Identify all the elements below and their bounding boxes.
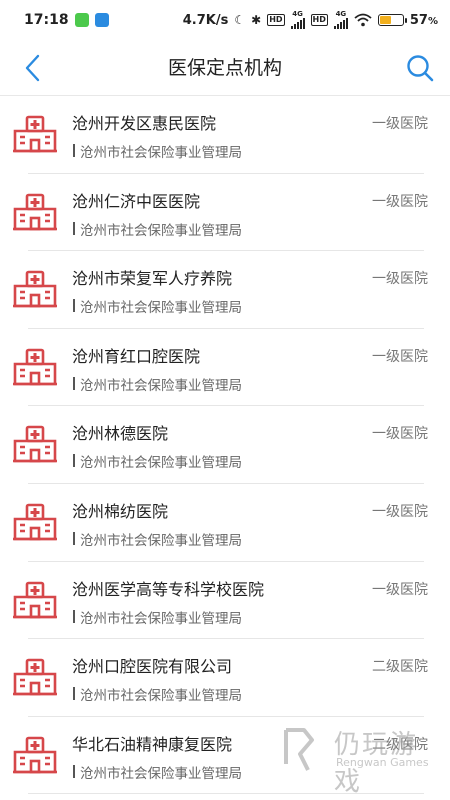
row-divider <box>28 793 424 795</box>
signal-icon <box>290 18 305 29</box>
search-icon[interactable] <box>404 52 436 84</box>
hospital-list-item[interactable]: 沧州仁济中医医院 一级医院 沧州市社会保险事业管理局 <box>0 174 450 252</box>
battery-fill <box>379 16 392 24</box>
hospital-list: 沧州开发区惠民医院 一级医院 沧州市社会保险事业管理局 沧州仁济中医医院 一级医… <box>0 96 450 795</box>
hospital-authority: 沧州市社会保险事业管理局 <box>73 762 242 782</box>
hospital-list-item[interactable]: 沧州育红口腔医院 一级医院 沧州市社会保险事业管理局 <box>0 329 450 407</box>
signal-group-2: 4G <box>333 10 348 29</box>
hospital-level: 二级医院 <box>372 736 428 753</box>
hospital-level: 一级医院 <box>372 426 428 443</box>
hospital-name: 沧州开发区惠民医院 <box>72 114 217 133</box>
hospital-list-item[interactable]: 沧州医学高等专科学校医院 一级医院 沧州市社会保险事业管理局 <box>0 562 450 640</box>
status-time: 17:18 <box>24 12 69 28</box>
hospital-level: 一级医院 <box>372 193 428 210</box>
hospital-building-icon <box>13 193 57 230</box>
hospital-authority: 沧州市社会保险事业管理局 <box>73 684 242 704</box>
network-type-label: 4G <box>335 10 347 18</box>
hospital-level: 一级医院 <box>372 503 428 520</box>
hospital-building-icon <box>13 658 57 696</box>
hospital-authority: 沧州市社会保险事业管理局 <box>73 529 242 549</box>
hospital-list-item[interactable]: 沧州口腔医院有限公司 二级医院 沧州市社会保险事业管理局 <box>0 639 450 717</box>
hospital-list-item[interactable]: 沧州开发区惠民医院 一级医院 沧州市社会保险事业管理局 <box>0 96 450 174</box>
hospital-name: 华北石油精神康复医院 <box>72 734 233 754</box>
hospital-building-icon <box>13 581 57 618</box>
hospital-building-icon <box>13 736 57 774</box>
hospital-authority: 沧州市社会保险事业管理局 <box>73 296 242 316</box>
nav-bar: 医保定点机构 <box>0 40 450 96</box>
hospital-authority: 沧州市社会保险事业管理局 <box>73 451 242 471</box>
hospital-building-icon <box>13 503 57 541</box>
signal-icon <box>333 18 348 29</box>
battery-percent: 57% <box>410 13 438 28</box>
hd-badge: HD <box>310 14 328 26</box>
battery-percent-value: 57 <box>409 12 428 28</box>
hospital-level: 一级医院 <box>372 271 428 288</box>
hospital-building-icon <box>13 348 57 386</box>
status-bar: 17:18 4.7K/s ☾ ✱ HD 4G HD 4G 57% <box>0 0 450 40</box>
hospital-authority: 沧州市社会保险事业管理局 <box>73 607 242 627</box>
hospital-list-item[interactable]: 沧州市荣复军人疗养院 一级医院 沧州市社会保险事业管理局 <box>0 251 450 329</box>
hospital-level: 一级医院 <box>372 348 428 365</box>
wifi-icon <box>354 13 372 27</box>
battery-icon <box>377 14 407 26</box>
hospital-building-icon <box>13 115 57 153</box>
hospital-authority: 沧州市社会保险事业管理局 <box>73 219 242 239</box>
hd-badge: HD <box>267 14 285 26</box>
wechat-notification-icon <box>74 13 89 27</box>
hospital-level: 一级医院 <box>372 116 428 132</box>
network-type-label: 4G <box>292 10 303 18</box>
hospital-name: 沧州仁济中医医院 <box>72 191 201 211</box>
hospital-name: 沧州口腔医院有限公司 <box>72 657 233 677</box>
hospital-level: 一级医院 <box>372 581 428 598</box>
hospital-name: 沧州医学高等专科学校医院 <box>72 579 265 599</box>
moon-icon: ☾ <box>234 13 246 27</box>
hospital-name: 沧州育红口腔医院 <box>72 346 201 366</box>
app-notification-icon <box>94 13 109 27</box>
hospital-list-item[interactable]: 沧州林德医院 一级医院 沧州市社会保险事业管理局 <box>0 406 450 484</box>
hospital-list-item[interactable]: 华北石油精神康复医院 二级医院 沧州市社会保险事业管理局 <box>0 717 450 795</box>
hospital-authority: 沧州市社会保险事业管理局 <box>73 141 242 161</box>
network-speed: 4.7K/s <box>182 12 229 28</box>
hospital-name: 沧州市荣复军人疗养院 <box>72 269 233 289</box>
status-left: 17:18 <box>24 12 109 28</box>
signal-group-1: 4G <box>290 10 305 29</box>
bluetooth-icon: ✱ <box>251 13 262 27</box>
hospital-name: 沧州林德医院 <box>72 424 169 444</box>
battery-percent-suffix: % <box>427 15 438 27</box>
hospital-building-icon <box>13 270 57 308</box>
hospital-building-icon <box>13 426 57 463</box>
hospital-name: 沧州棉纺医院 <box>72 501 169 521</box>
status-right: 4.7K/s ☾ ✱ HD 4G HD 4G 57% <box>183 11 438 29</box>
hospital-list-item[interactable]: 沧州棉纺医院 一级医院 沧州市社会保险事业管理局 <box>0 484 450 562</box>
hospital-authority: 沧州市社会保险事业管理局 <box>73 374 242 394</box>
page-title: 医保定点机构 <box>167 57 282 79</box>
hospital-level: 二级医院 <box>372 659 428 676</box>
